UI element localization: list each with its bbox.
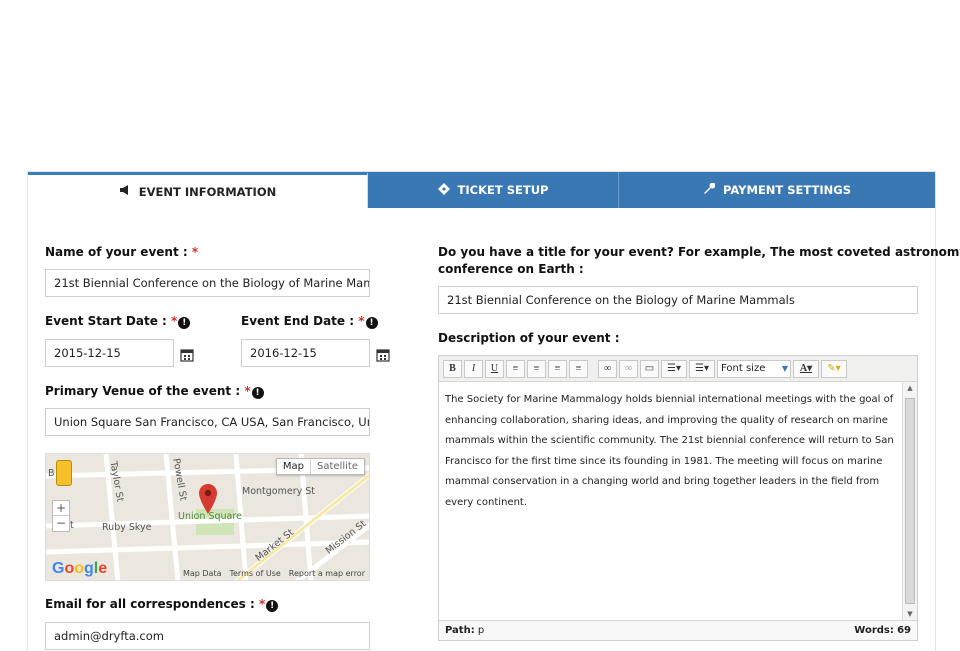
italic-button[interactable]: I — [464, 359, 483, 378]
required-mark: * — [358, 314, 365, 328]
calendar-icon[interactable] — [376, 348, 390, 362]
terms-link[interactable]: Terms of Use — [229, 569, 280, 578]
required-mark: * — [258, 597, 266, 611]
scroll-thumb[interactable] — [905, 398, 915, 604]
justify-icon[interactable]: ≡ — [506, 359, 525, 378]
tab-label: TICKET SETUP — [457, 183, 549, 197]
wrench-icon — [703, 181, 716, 198]
venue-map[interactable]: B St Taylor St Powell St Montgomery St U… — [45, 453, 370, 581]
font-size-select[interactable]: Font size ▼ — [717, 359, 791, 378]
align-left-icon[interactable]: ≡ — [548, 359, 567, 378]
map-pin-icon[interactable] — [198, 484, 218, 514]
link-icon[interactable]: ∞ — [598, 359, 617, 378]
required-mark: * — [244, 384, 251, 398]
event-form-panel: EVENT INFORMATION TICKET SETUP PAYMENT S… — [27, 171, 960, 651]
end-date-input[interactable]: 2016-12-15 — [241, 339, 370, 367]
map-footer: Map Data Terms of Use Report a map error — [183, 569, 365, 578]
event-title-input[interactable]: 21st Biennial Conference on the Biology … — [438, 286, 918, 314]
event-name-label: Name of your event : * — [45, 245, 199, 259]
zoom-in-button[interactable]: + — [53, 501, 69, 516]
align-center-icon[interactable]: ≡ — [527, 359, 546, 378]
word-count: Words: 69 — [854, 625, 911, 636]
editor-scrollbar[interactable]: ▲ ▼ — [902, 382, 917, 620]
calendar-icon[interactable] — [180, 348, 194, 362]
unlink-icon[interactable]: ∞ — [619, 359, 638, 378]
tab-event-information[interactable]: EVENT INFORMATION — [28, 172, 368, 208]
editor-statusbar: Path: p Words: 69 — [439, 620, 917, 640]
highlight-color-icon[interactable]: ✎▾ — [821, 359, 847, 378]
editor-content[interactable]: The Society for Marine Mammalogy holds b… — [439, 382, 903, 620]
tab-bar: EVENT INFORMATION TICKET SETUP PAYMENT S… — [28, 172, 935, 208]
map-type-map-button[interactable]: Map — [277, 459, 310, 474]
email-input[interactable]: admin@dryfta.com — [45, 622, 370, 650]
tab-ticket-setup[interactable]: TICKET SETUP — [368, 172, 619, 208]
bullet-list-icon[interactable]: ☰▾ — [689, 359, 715, 378]
scroll-down-icon[interactable]: ▼ — [903, 610, 917, 618]
event-name-input[interactable]: 21st Biennial Conference on the Biology … — [45, 269, 370, 297]
report-error-link[interactable]: Report a map error — [289, 569, 365, 578]
info-icon[interactable]: ! — [178, 317, 191, 329]
title-label: Do you have a title for your event? For … — [438, 245, 960, 276]
ticket-icon — [437, 182, 450, 198]
description-label: Description of your event : — [438, 331, 620, 345]
bold-button[interactable]: B — [443, 359, 462, 378]
map-data-link[interactable]: Map Data — [183, 569, 222, 578]
zoom-control: + − — [52, 500, 70, 532]
editor-toolbar: B I U ≡ ≡ ≡ ≡ ∞ ∞ ▭ ☰▾ ☰▾ Font size ▼ A▾ … — [439, 356, 917, 382]
street-label: Ruby Skye — [102, 522, 152, 533]
info-icon[interactable]: ! — [365, 317, 378, 329]
required-mark: * — [171, 314, 178, 328]
email-label: Email for all correspondences : *! — [45, 597, 279, 612]
text-color-icon[interactable]: A▾ — [793, 359, 819, 378]
start-date-label: Event Start Date : *! — [45, 314, 191, 329]
map-type-control: Map Satellite — [275, 458, 365, 475]
align-right-icon[interactable]: ≡ — [569, 359, 588, 378]
required-mark: * — [191, 245, 199, 259]
tab-payment-settings[interactable]: PAYMENT SETTINGS — [619, 172, 935, 208]
venue-input[interactable]: Union Square San Francisco, CA USA, San … — [45, 408, 370, 436]
tab-label: EVENT INFORMATION — [138, 184, 277, 199]
underline-button[interactable]: U — [485, 359, 504, 378]
start-date-input[interactable]: 2015-12-15 — [45, 339, 174, 367]
megaphone-icon — [119, 185, 131, 198]
info-icon[interactable]: ! — [251, 387, 264, 399]
path-indicator: Path: p — [445, 625, 485, 636]
zoom-out-button[interactable]: − — [53, 516, 69, 531]
map-type-satellite-button[interactable]: Satellite — [310, 459, 364, 474]
tab-label: PAYMENT SETTINGS — [723, 183, 851, 197]
info-icon[interactable]: ! — [266, 600, 279, 612]
description-editor: B I U ≡ ≡ ≡ ≡ ∞ ∞ ▭ ☰▾ ☰▾ Font size ▼ A▾ … — [438, 355, 918, 641]
street-label: Montgomery St — [242, 486, 315, 497]
google-logo: Google — [52, 560, 108, 577]
end-date-label: Event End Date : *! — [241, 314, 378, 329]
scroll-up-icon[interactable]: ▲ — [903, 384, 917, 392]
numbered-list-icon[interactable]: ☰▾ — [661, 359, 687, 378]
pegman-icon[interactable] — [56, 460, 72, 486]
venue-label: Primary Venue of the event : *! — [45, 384, 264, 399]
image-icon[interactable]: ▭ — [640, 359, 659, 378]
